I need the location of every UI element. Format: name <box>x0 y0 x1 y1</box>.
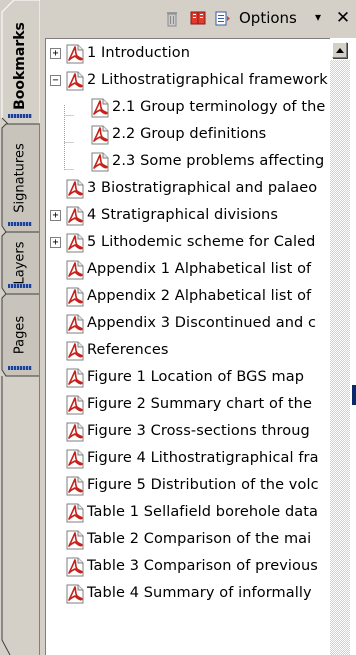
pdf-document-icon <box>66 260 84 280</box>
expand-toggle-icon[interactable]: + <box>50 237 61 248</box>
bookmark-label: Appendix 1 Alphabetical list of <box>87 261 312 277</box>
bookmark-label: Table 1 Sellafield borehole data <box>87 504 319 520</box>
bookmark-label: 2.1 Group terminology of the <box>112 99 326 115</box>
bookmark-item[interactable]: +4 Stratigraphical divisions <box>46 203 331 230</box>
pdf-document-icon <box>66 44 84 64</box>
tab-layers-grip <box>8 284 32 288</box>
pdf-document-icon <box>66 314 84 334</box>
tab-pages-grip <box>8 366 32 370</box>
panel-tab-strip: Bookmarks Signatures Layers Pages <box>0 0 40 655</box>
scroll-up-arrow-icon <box>336 48 344 53</box>
bookmark-item[interactable]: Figure 2 Summary chart of the <box>46 392 331 419</box>
bookmark-label: Table 4 Summary of informally <box>87 585 312 601</box>
bookmark-item[interactable]: Appendix 1 Alphabetical list of <box>46 257 331 284</box>
bookmark-label: 2.2 Group definitions <box>112 126 267 142</box>
bookmark-label: References <box>87 342 169 358</box>
bookmark-item[interactable]: 3 Biostratigraphical and palaeo <box>46 176 331 203</box>
bookmark-label: 2.3 Some problems affecting <box>112 153 325 169</box>
bookmark-item[interactable]: Table 3 Comparison of previous <box>46 554 331 581</box>
pdf-document-icon <box>91 152 109 172</box>
pdf-document-icon <box>66 233 84 253</box>
bookmark-label: Figure 4 Lithostratigraphical fra <box>87 450 319 466</box>
bookmarks-panel: Options ▾ ✕ +1 Introduction − 2 Lithostrat… <box>40 0 356 655</box>
tab-bookmarks-grip <box>8 114 32 118</box>
bookmark-item[interactable]: Table 2 Comparison of the mai <box>46 527 331 554</box>
trash-icon[interactable] <box>164 10 180 27</box>
bookmark-label: 2 Lithostratigraphical framework <box>87 72 328 88</box>
options-menu-button[interactable]: Options <box>239 9 297 27</box>
tab-bookmarks-label: Bookmarks <box>12 22 28 110</box>
bookmark-item[interactable]: Figure 3 Cross-sections throug <box>46 419 331 446</box>
bookmark-item[interactable]: Figure 1 Location of BGS map <box>46 365 331 392</box>
tab-layers[interactable]: Layers <box>2 236 38 290</box>
pdf-document-icon <box>66 179 84 199</box>
bookmark-item[interactable]: − 2 Lithostratigraphical framework <box>46 68 331 95</box>
bookmark-label: Appendix 2 Alphabetical list of <box>87 288 312 304</box>
pdf-document-icon <box>66 71 84 91</box>
pdf-document-icon <box>91 125 109 145</box>
pdf-document-icon <box>66 422 84 442</box>
bookmarks-toolbar: Options ▾ ✕ <box>40 0 356 38</box>
tab-pages-label: Pages <box>12 315 28 355</box>
bookmark-item[interactable]: Appendix 2 Alphabetical list of <box>46 284 331 311</box>
bookmark-label: Appendix 3 Discontinued and c <box>87 315 317 331</box>
pdf-document-icon <box>66 368 84 388</box>
bookmark-item[interactable]: Figure 5 Distribution of the volc <box>46 473 331 500</box>
bookmark-item[interactable]: References <box>46 338 331 365</box>
pdf-document-icon <box>66 287 84 307</box>
bookmark-label: 4 Stratigraphical divisions <box>87 207 278 223</box>
new-bookmark-icon[interactable] <box>190 10 206 27</box>
bookmark-item[interactable]: 2.1 Group terminology of the <box>46 95 331 122</box>
bookmark-label: 5 Lithodemic scheme for Caled <box>87 234 316 250</box>
tab-layers-label: Layers <box>12 241 28 285</box>
bookmark-label: Figure 2 Summary chart of the <box>87 396 312 412</box>
pdf-document-icon <box>66 449 84 469</box>
bookmark-tree: +1 Introduction − 2 Lithostratigraphical f… <box>45 38 331 655</box>
bookmark-item[interactable]: 2.3 Some problems affecting <box>46 149 331 176</box>
tab-signatures[interactable]: Signatures <box>2 128 38 228</box>
bookmark-item[interactable]: 2.2 Group definitions <box>46 122 331 149</box>
expand-toggle-icon[interactable]: + <box>50 48 61 59</box>
bookmark-label: Figure 3 Cross-sections throug <box>87 423 310 439</box>
expand-bookmark-icon[interactable] <box>215 10 231 27</box>
pdf-document-icon <box>66 530 84 550</box>
pdf-document-icon <box>66 206 84 226</box>
expand-toggle-icon[interactable]: + <box>50 210 61 221</box>
bookmark-label: Figure 5 Distribution of the volc <box>87 477 319 493</box>
bookmark-label: Figure 1 Location of BGS map <box>87 369 304 385</box>
tab-signatures-label: Signatures <box>12 143 28 213</box>
tree-scrollbar[interactable] <box>330 38 356 655</box>
bookmark-label: Table 3 Comparison of previous <box>87 558 318 574</box>
bookmark-item[interactable]: +5 Lithodemic scheme for Caled <box>46 230 331 257</box>
bookmark-item[interactable]: Appendix 3 Discontinued and c <box>46 311 331 338</box>
close-panel-button[interactable]: ✕ <box>333 7 353 29</box>
pdf-document-icon <box>66 395 84 415</box>
pdf-document-icon <box>66 584 84 604</box>
bookmark-label: 1 Introduction <box>87 45 191 61</box>
scroll-track[interactable] <box>330 60 350 655</box>
pdf-document-icon <box>66 476 84 496</box>
bookmark-label: Table 2 Comparison of the mai <box>87 531 312 547</box>
tab-signatures-grip <box>8 222 32 226</box>
pdf-document-icon <box>66 503 84 523</box>
bookmark-item[interactable]: +1 Introduction <box>46 41 331 68</box>
bookmark-item[interactable]: Table 1 Sellafield borehole data <box>46 500 331 527</box>
chevron-down-icon[interactable]: ▾ <box>315 10 321 24</box>
tab-bookmarks[interactable]: Bookmarks <box>2 12 38 120</box>
bookmark-label: 3 Biostratigraphical and palaeo <box>87 180 318 196</box>
scroll-up-button[interactable] <box>332 42 347 58</box>
collapse-toggle-icon[interactable]: − <box>50 75 61 86</box>
pdf-document-icon <box>66 341 84 361</box>
bookmark-item[interactable]: Table 4 Summary of informally <box>46 581 331 608</box>
bookmark-item[interactable]: Figure 4 Lithostratigraphical fra <box>46 446 331 473</box>
pdf-document-icon <box>91 98 109 118</box>
pdf-document-icon <box>66 557 84 577</box>
document-edge <box>352 385 356 405</box>
tab-pages[interactable]: Pages <box>2 298 38 372</box>
